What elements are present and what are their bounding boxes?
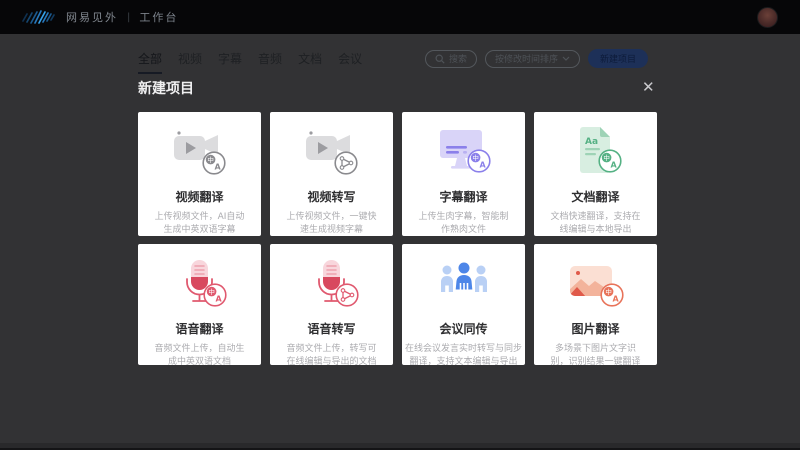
tab-document[interactable]: 文档 bbox=[298, 50, 322, 74]
card-subtitle-translate[interactable]: 字幕翻译 上传生肉字幕，智能制 作熟肉文件 bbox=[402, 112, 525, 236]
video-transcribe-icon bbox=[302, 127, 362, 179]
sort-label: 按修改时间排序 bbox=[495, 52, 558, 65]
card-image-translate[interactable]: 图片翻译 多场景下图片文字识 别，识别结果一键翻译 bbox=[534, 244, 657, 365]
card-description: 在线会议发言实时转写与同步 翻译，支持文本编辑与导出 bbox=[405, 343, 522, 369]
card-title: 语音翻译 bbox=[175, 320, 223, 337]
sort-dropdown[interactable]: 按修改时间排序 bbox=[485, 50, 580, 68]
search-placeholder: 搜索 bbox=[449, 52, 467, 65]
card-audio-transcribe[interactable]: 语音转写 音频文件上传，转写可 在线编辑与导出的文档 bbox=[270, 244, 393, 365]
brand-divider: | bbox=[127, 12, 130, 23]
card-title: 会议同传 bbox=[439, 320, 487, 337]
meeting-interpret-icon bbox=[434, 259, 494, 311]
video-translate-icon bbox=[170, 127, 230, 179]
search-icon bbox=[435, 54, 445, 64]
card-description: 音频文件上传，转写可 在线编辑与导出的文档 bbox=[286, 343, 376, 369]
new-project-button[interactable]: 新建项目 bbox=[588, 49, 648, 68]
tab-meeting[interactable]: 会议 bbox=[338, 50, 362, 74]
user-avatar[interactable] bbox=[757, 7, 778, 28]
modal-title: 新建项目 bbox=[138, 78, 194, 98]
card-description: 上传生肉字幕，智能制 作熟肉文件 bbox=[418, 211, 508, 237]
card-title: 视频翻译 bbox=[175, 188, 223, 205]
subtitle-translate-icon bbox=[434, 127, 494, 179]
card-meeting-interpret[interactable]: 会议同传 在线会议发言实时转写与同步 翻译，支持文本编辑与导出 bbox=[402, 244, 525, 365]
card-description: 上传视频文件，AI自动 生成中英双语字幕 bbox=[155, 211, 245, 237]
brand-logo-icon bbox=[22, 9, 56, 25]
chevron-down-icon bbox=[562, 56, 570, 61]
card-video-translate[interactable]: 视频翻译 上传视频文件，AI自动 生成中英双语字幕 bbox=[138, 112, 261, 236]
tab-audio[interactable]: 音频 bbox=[258, 50, 282, 74]
card-description: 多场景下图片文字识 别，识别结果一键翻译 bbox=[550, 343, 640, 369]
app-window: 网易见外 | 工作台 全部 视频 字幕 音频 文档 会议 搜索 按修改时间排序 … bbox=[0, 0, 800, 450]
card-video-transcribe[interactable]: 视频转写 上传视频文件，一键快 速生成视频字幕 bbox=[270, 112, 393, 236]
document-translate-icon: Aa bbox=[566, 127, 626, 179]
image-translate-icon bbox=[566, 259, 626, 311]
card-description: 音频文件上传，自动生 成中英双语文档 bbox=[154, 343, 244, 369]
card-title: 语音转写 bbox=[307, 320, 355, 337]
search-input[interactable]: 搜索 bbox=[425, 50, 477, 68]
top-bar: 网易见外 | 工作台 bbox=[0, 0, 800, 34]
card-title: 字幕翻译 bbox=[439, 188, 487, 205]
workspace-label: 工作台 bbox=[139, 9, 178, 25]
card-audio-translate[interactable]: 语音翻译 音频文件上传，自动生 成中英双语文档 bbox=[138, 244, 261, 365]
card-title: 视频转写 bbox=[307, 188, 355, 205]
tab-video[interactable]: 视频 bbox=[178, 50, 202, 74]
tab-subtitle[interactable]: 字幕 bbox=[218, 50, 242, 74]
tab-all[interactable]: 全部 bbox=[138, 50, 162, 74]
card-title: 图片翻译 bbox=[571, 320, 619, 337]
close-icon[interactable]: ✕ bbox=[642, 78, 655, 96]
category-tabs: 全部 视频 字幕 音频 文档 会议 bbox=[138, 50, 362, 74]
card-description: 上传视频文件，一键快 速生成视频字幕 bbox=[286, 211, 376, 237]
audio-transcribe-icon bbox=[302, 259, 362, 311]
project-type-grid: 视频翻译 上传视频文件，AI自动 生成中英双语字幕 视频转写 上传视频文件，一键… bbox=[138, 112, 657, 365]
svg-text:Aa: Aa bbox=[585, 137, 598, 147]
toolbar-controls: 搜索 按修改时间排序 新建项目 bbox=[425, 49, 648, 68]
card-description: 文档快速翻译，支持在 线编辑与本地导出 bbox=[550, 211, 640, 237]
card-title: 文档翻译 bbox=[571, 188, 619, 205]
audio-translate-icon bbox=[170, 259, 230, 311]
card-document-translate[interactable]: Aa 文档翻译 文档快速翻译，支持在 线编辑与本地导出 bbox=[534, 112, 657, 236]
brand-name: 网易见外 bbox=[66, 9, 118, 25]
